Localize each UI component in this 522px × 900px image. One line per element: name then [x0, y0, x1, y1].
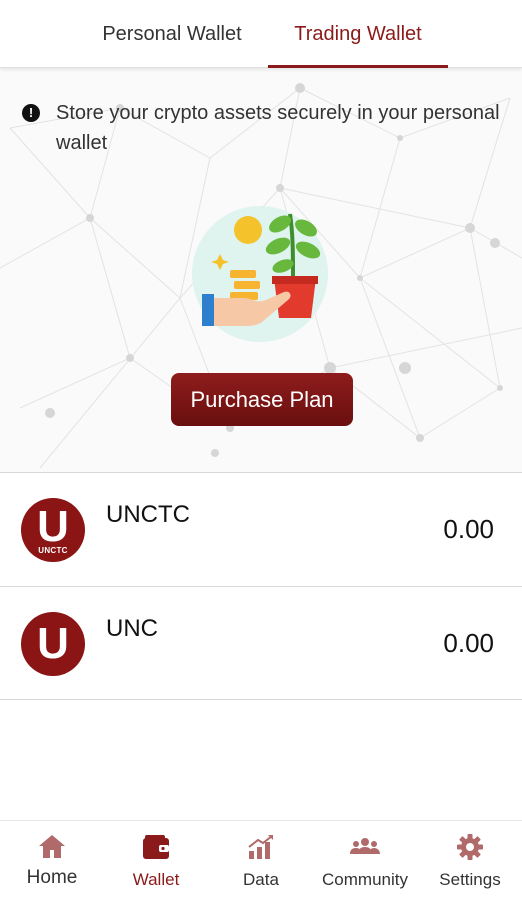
unctc-logo-caption: UNCTC	[38, 546, 68, 555]
nav-community[interactable]: Community	[313, 821, 417, 900]
unc-logo-letter: U	[37, 619, 69, 668]
wallet-tabs: Personal Wallet Trading Wallet	[0, 0, 522, 68]
unctc-logo-letter: U	[37, 502, 69, 551]
home-icon	[39, 835, 65, 858]
gear-icon	[457, 834, 483, 860]
nav-data[interactable]: Data	[209, 821, 313, 900]
nav-wallet-label: Wallet	[132, 870, 180, 889]
nav-data-label: Data	[243, 870, 279, 889]
notice-text: Store your crypto assets securely in you…	[56, 102, 500, 154]
coin-name: UNCTC	[106, 501, 190, 528]
nav-settings[interactable]: Settings	[418, 821, 522, 900]
people-icon	[350, 838, 380, 854]
wallet-notice: ! Store your crypto assets securely in y…	[22, 98, 502, 158]
tab-trading-wallet[interactable]: Trading Wallet	[268, 0, 448, 68]
chart-icon	[248, 835, 273, 859]
nav-wallet[interactable]: Wallet	[104, 821, 208, 900]
bottom-nav: Home Wallet Data Community Settings	[0, 820, 522, 900]
coin-balance: 0.00	[443, 514, 494, 544]
coin-name: UNC	[106, 615, 158, 642]
coin-row-unctc[interactable]: U UNCTC UNCTC 0.00	[0, 472, 522, 586]
purchase-plan-button[interactable]: Purchase Plan	[171, 373, 353, 426]
coin-balance: 0.00	[443, 628, 494, 658]
wallet-icon	[143, 835, 169, 859]
info-icon: !	[22, 104, 40, 122]
active-tab-indicator	[268, 65, 448, 68]
nav-community-label: Community	[322, 870, 408, 889]
hero-section: ! Store your crypto assets securely in y…	[0, 68, 522, 472]
hand-with-coins-and-plant-icon	[192, 206, 328, 342]
tab-personal-wallet[interactable]: Personal Wallet	[80, 0, 264, 68]
unc-logo: U	[21, 612, 85, 676]
nav-settings-label: Settings	[439, 870, 501, 889]
unctc-logo: U UNCTC	[21, 498, 85, 562]
coin-row-unc[interactable]: U UNC 0.00	[0, 586, 522, 700]
nav-home[interactable]: Home	[0, 821, 104, 900]
nav-home-label: Home	[26, 867, 78, 888]
